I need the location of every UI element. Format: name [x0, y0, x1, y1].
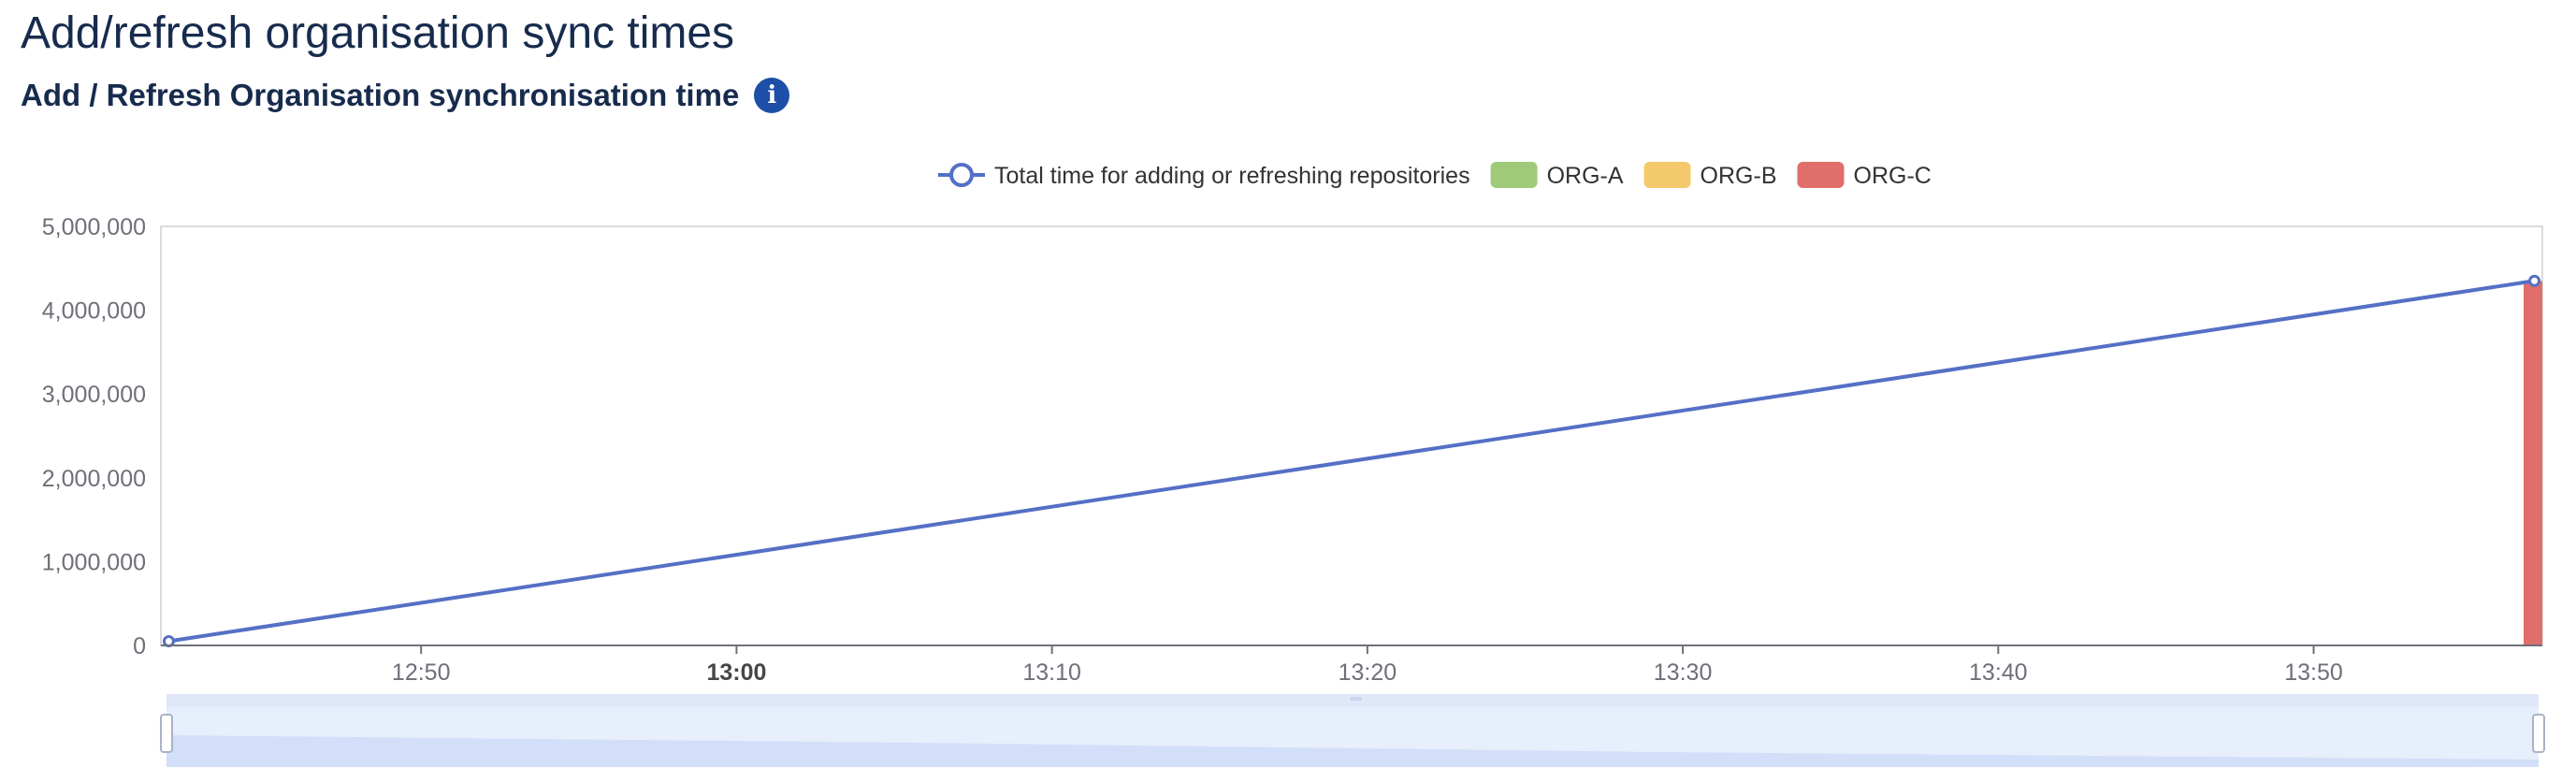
- legend-label: ORG-A: [1547, 163, 1624, 189]
- slider-left-handle[interactable]: [160, 714, 173, 753]
- plot-area: [160, 225, 2543, 648]
- y-tick-label: 3,000,000: [42, 382, 146, 408]
- legend-swatch-icon: [1797, 162, 1845, 188]
- slider-grip-icon[interactable]: [1351, 697, 1362, 701]
- y-tick-label: 1,000,000: [42, 549, 146, 575]
- x-axis: 12:50 13:00 13:10 13:20 13:30 13:40 13:50: [392, 645, 2343, 686]
- bar-org-c[interactable]: [2524, 281, 2542, 645]
- legend-swatch-icon: [1490, 162, 1538, 188]
- legend-swatch-icon: [1643, 162, 1691, 188]
- x-tick-label: 13:00: [706, 659, 766, 686]
- chart-legend[interactable]: Total time for adding or refreshing repo…: [938, 162, 1932, 189]
- legend-item-org-c[interactable]: ORG-C: [1797, 162, 1932, 189]
- total-time-line: [168, 279, 2535, 644]
- x-tick-label: 13:30: [1654, 659, 1713, 686]
- page-title: Add/refresh organisation sync times: [21, 8, 735, 58]
- plot-border: [160, 225, 2543, 646]
- y-tick-label: 0: [133, 633, 146, 659]
- y-tick-label: 4,000,000: [42, 298, 146, 325]
- section-header: Add / Refresh Organisation synchronisati…: [21, 75, 790, 116]
- y-tick-label: 5,000,000: [42, 214, 146, 240]
- slider-right-handle[interactable]: [2532, 714, 2545, 753]
- x-tick-label: 13:20: [1339, 659, 1397, 686]
- x-tick-label: 13:10: [1022, 659, 1081, 686]
- y-axis: 0 1,000,000 2,000,000 3,000,000 4,000,000 5,0…: [42, 214, 146, 659]
- x-tick-label: 12:50: [392, 659, 451, 686]
- legend-label: ORG-C: [1854, 163, 1932, 189]
- info-circle-icon[interactable]: i: [754, 78, 790, 113]
- legend-label: Total time for adding or refreshing repo…: [994, 163, 1470, 189]
- legend-item-total-time[interactable]: Total time for adding or refreshing repo…: [938, 163, 1470, 189]
- legend-item-org-b[interactable]: ORG-B: [1643, 162, 1777, 189]
- y-tick-label: 2,000,000: [42, 466, 146, 492]
- legend-label: ORG-B: [1700, 163, 1777, 189]
- sync-time-chart: Total time for adding or refreshing repo…: [42, 162, 2545, 767]
- data-zoom-slider[interactable]: [160, 694, 2545, 767]
- line-point[interactable]: [2528, 274, 2541, 287]
- legend-item-org-a[interactable]: ORG-A: [1490, 162, 1624, 189]
- section-title: Add / Refresh Organisation synchronisati…: [21, 78, 740, 112]
- legend-circle-icon: [949, 163, 974, 187]
- x-tick-label: 13:40: [1969, 659, 2028, 686]
- x-tick-label: 13:50: [2284, 659, 2343, 686]
